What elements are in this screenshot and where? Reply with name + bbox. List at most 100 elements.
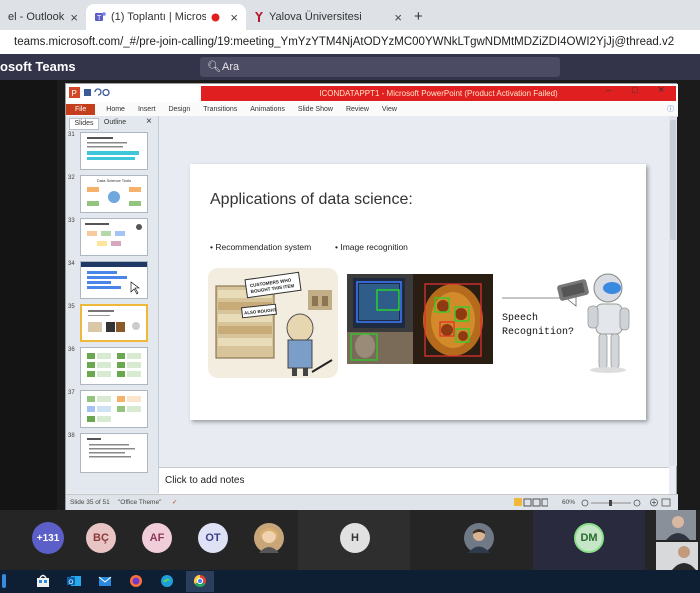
recommendation-cartoon-image: CUSTOMERS WHO BOUGHT THIS ITEM ALSO BOUG… — [208, 268, 338, 378]
thumbnail-content — [87, 438, 135, 458]
windows-taskbar: O — [0, 570, 700, 593]
maximize-button[interactable]: □ — [632, 85, 637, 95]
tab-label: (1) Toplantı | Microsoft Team — [111, 11, 206, 23]
ppt-status-bar: Slide 35 of 51 "Office Theme" ✓ 60% — [66, 494, 678, 510]
ribbon-tabs: File Home Insert Design Transitions Anim… — [66, 102, 678, 117]
address-bar[interactable]: teams.microsoft.com/_#/pre-join-calling/… — [0, 30, 700, 55]
thumbnail-content — [87, 396, 141, 422]
participant-video-thumbnail[interactable] — [656, 542, 698, 570]
edge-icon[interactable] — [160, 574, 174, 588]
scrollbar-thumb[interactable] — [670, 120, 676, 240]
tab-transitions[interactable]: Transitions — [203, 106, 237, 113]
tab-yalova[interactable]: Yalova Üniversitesi × — [246, 4, 410, 30]
participant-avatar-af[interactable]: AF — [142, 523, 172, 553]
slide-thumbnail[interactable] — [80, 261, 148, 299]
slide-thumbnail[interactable] — [80, 390, 148, 428]
zoom-level[interactable]: 60% — [562, 495, 575, 510]
chrome-icon[interactable] — [193, 574, 207, 588]
firefox-icon[interactable] — [129, 574, 143, 588]
participant-avatar-h[interactable]: H — [340, 523, 370, 553]
svg-text:T: T — [97, 15, 102, 22]
help-icon[interactable]: ⓘ — [667, 104, 674, 114]
tab-slide-show[interactable]: Slide Show — [298, 106, 333, 113]
thumbnail-content — [88, 310, 140, 332]
self-video-thumbnail[interactable] — [656, 510, 696, 540]
outlook-icon[interactable]: O — [67, 574, 81, 588]
url-text: teams.microsoft.com/_#/pre-join-calling/… — [14, 36, 675, 48]
search-input[interactable]: 🔍︎ Ara — [200, 57, 560, 77]
slide-thumbnail[interactable] — [80, 433, 148, 473]
bullet-text: Image recognition — [340, 242, 408, 252]
minimize-button[interactable]: – — [606, 85, 611, 95]
teams-header: osoft Teams 🔍︎ Ara — [0, 54, 700, 80]
participant-overflow-count[interactable]: +131 — [32, 522, 64, 554]
tab-file[interactable]: File — [66, 103, 96, 115]
current-slide[interactable]: Applications of data science: • Recommen… — [190, 164, 646, 420]
speech-recognition-robot-image: Speech Recognition? — [502, 273, 630, 373]
tab-home[interactable]: Home — [106, 106, 125, 113]
close-tab-icon[interactable]: × — [70, 10, 78, 25]
thumbnail-content — [85, 223, 142, 246]
tab-teams-meeting[interactable]: T (1) Toplantı | Microsoft Team × — [86, 4, 246, 30]
mail-icon[interactable] — [98, 574, 112, 588]
participant-photo-avatar[interactable] — [254, 523, 284, 553]
theme-name: "Office Theme" — [118, 499, 162, 506]
slide-number: 36 — [68, 347, 75, 353]
participant-avatar-bc[interactable]: BÇ — [86, 523, 116, 553]
left-rail — [0, 80, 57, 510]
notes-placeholder: Click to add notes — [165, 475, 245, 486]
participant-avatar-dm[interactable]: DM — [574, 523, 604, 553]
slide-title: Applications of data science: — [210, 191, 413, 208]
yalova-logo-icon — [255, 12, 263, 22]
tab-outline[interactable]: Outline — [99, 118, 131, 128]
svg-text:P: P — [72, 89, 77, 98]
close-button[interactable]: × — [658, 84, 664, 96]
bullet-item: • Recommendation system — [210, 242, 312, 252]
slide-thumbnail[interactable] — [80, 218, 148, 256]
quick-access-toolbar-icon[interactable]: P — [69, 87, 129, 99]
tab-review[interactable]: Review — [346, 106, 369, 113]
slide-thumbnail[interactable] — [80, 132, 148, 170]
fit-to-window-icon[interactable] — [650, 498, 672, 507]
slide-number: 32 — [68, 175, 75, 181]
store-icon[interactable] — [36, 574, 50, 588]
vertical-scrollbar[interactable] — [669, 116, 677, 466]
tab-insert[interactable]: Insert — [138, 106, 156, 113]
image-recognition-photo-fruit — [413, 274, 493, 364]
slide-number: 31 — [68, 132, 75, 138]
thumbnail-content — [81, 262, 147, 295]
ppt-window-title: ICONDATAPPT1 - Microsoft PowerPoint (Pro… — [319, 89, 558, 98]
search-placeholder: Ara — [222, 61, 240, 73]
recording-icon — [211, 13, 220, 21]
speech-caption-line: Speech — [502, 312, 538, 324]
spell-check-icon[interactable]: ✓ — [172, 495, 177, 510]
tab-outlook[interactable]: el - Outlook × — [0, 4, 86, 30]
participant-strip: +131 BÇ AF OT H DM — [0, 510, 700, 570]
participant-avatar-ot[interactable]: OT — [198, 523, 228, 553]
close-tab-icon[interactable]: × — [230, 10, 238, 25]
view-buttons-icon[interactable] — [514, 498, 548, 507]
tab-label: el - Outlook — [8, 11, 65, 23]
slide-thumbnail-selected[interactable] — [80, 304, 148, 342]
notes-pane[interactable]: Click to add notes — [159, 467, 669, 494]
participant-photo-avatar[interactable] — [464, 523, 494, 553]
slide-number: 35 — [68, 304, 75, 310]
zoom-slider[interactable] — [581, 499, 641, 507]
bullet-text: Recommendation system — [215, 242, 312, 252]
close-tab-icon[interactable]: × — [394, 10, 402, 25]
new-tab-button[interactable]: + — [414, 8, 423, 25]
browser-tab-strip: el - Outlook × T (1) Toplantı | Microsof… — [0, 0, 700, 30]
tab-animations[interactable]: Animations — [250, 106, 285, 113]
tab-label: Yalova Üniversitesi — [269, 11, 362, 23]
tab-design[interactable]: Design — [168, 106, 190, 113]
slide-number: 37 — [68, 390, 75, 396]
close-panel-icon[interactable]: × — [146, 116, 152, 127]
slide-thumbnail[interactable]: Data Science Tools — [80, 175, 148, 213]
tab-slides[interactable]: Slides — [69, 118, 99, 130]
shared-powerpoint-window: P ICONDATAPPT1 - Microsoft PowerPoint (P… — [65, 83, 678, 510]
slide-number: 34 — [68, 261, 75, 267]
slides-panel: Slides Outline × 31 32 Data Science Tool… — [66, 116, 159, 493]
slide-thumbnail[interactable] — [80, 347, 148, 385]
taskbar-edge-indicator — [2, 574, 6, 588]
tab-view[interactable]: View — [382, 106, 397, 113]
